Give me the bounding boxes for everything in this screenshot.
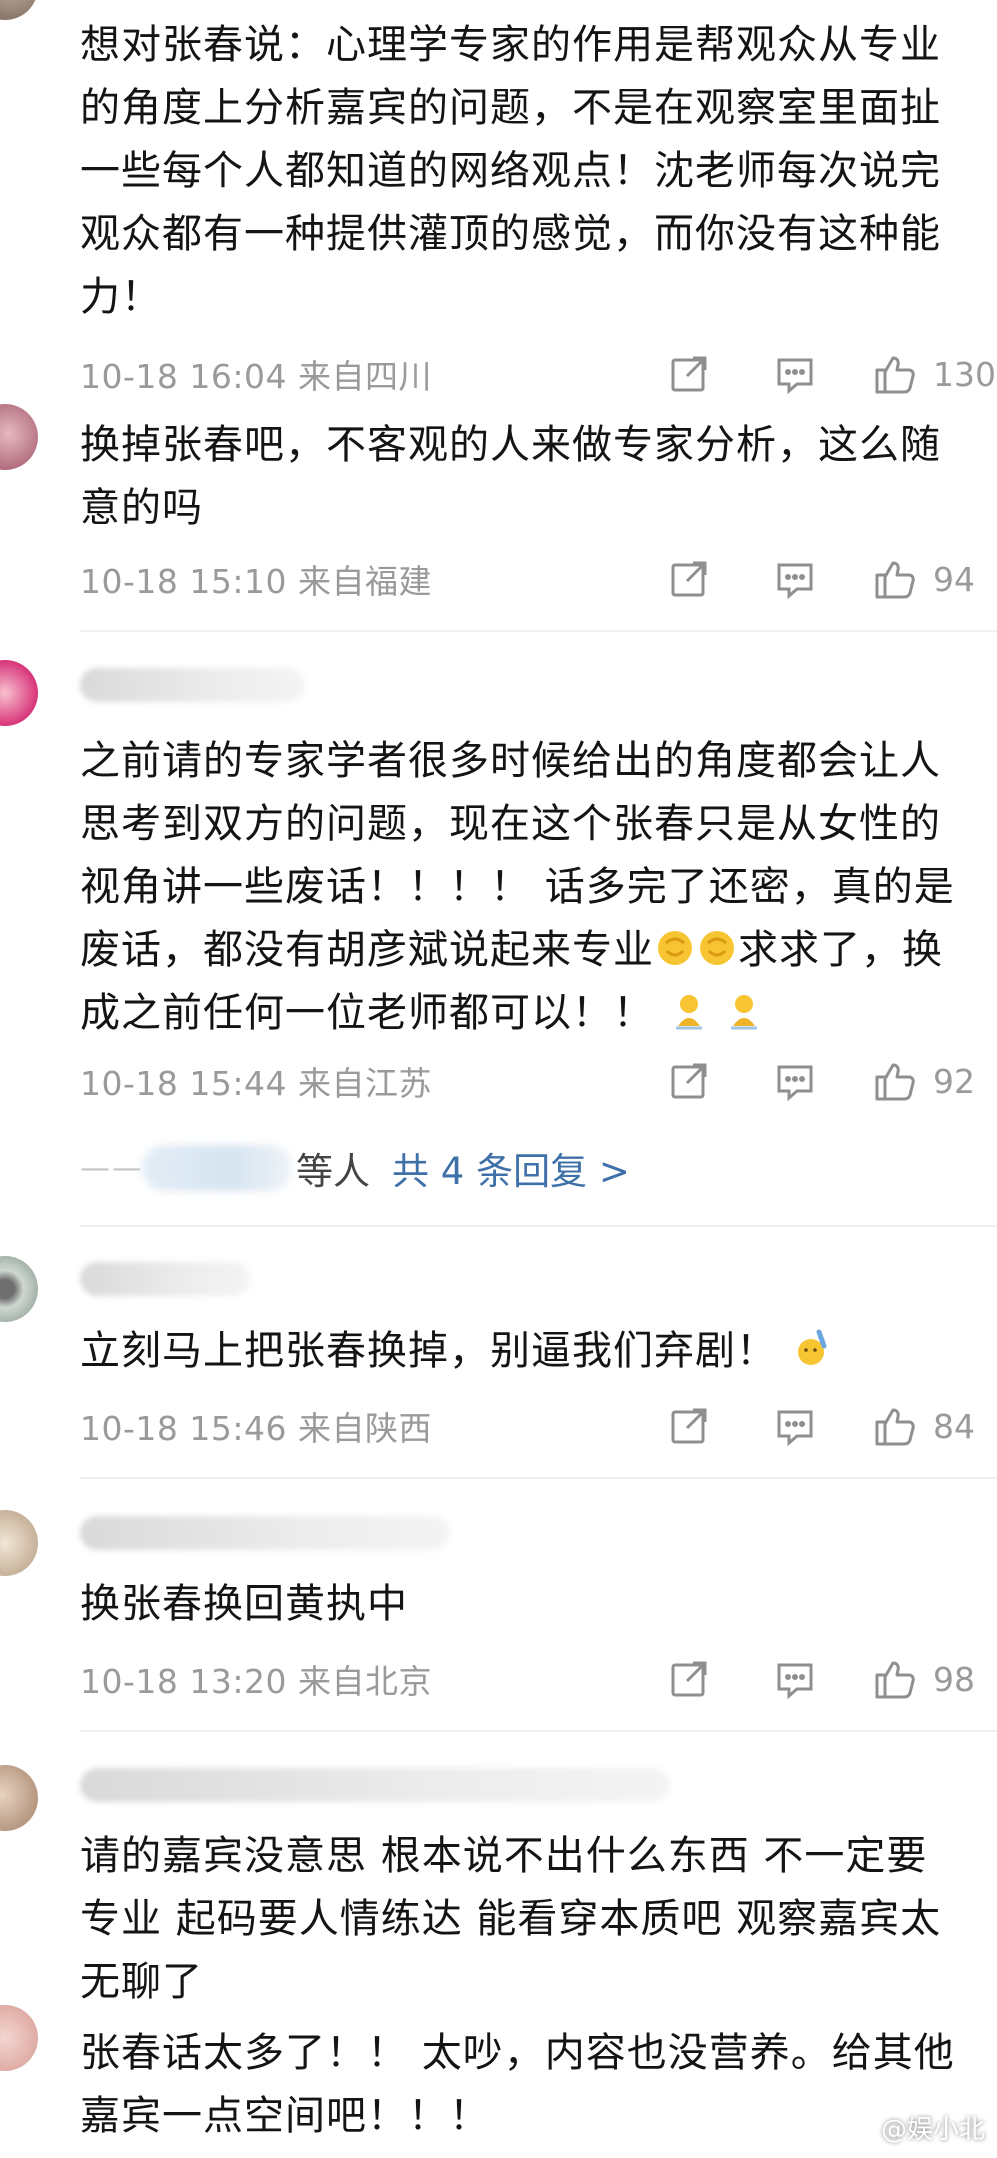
divider <box>80 630 997 632</box>
avatar[interactable] <box>0 1256 38 1322</box>
comment-text: 张春话太多了！！ 太吵，内容也没营养。给其他嘉宾一点空间吧！！！ <box>80 2030 955 2139</box>
comment-text: 想对张春说：心理学专家的作用是帮观众从专业的角度上分析嘉宾的问题，不是在观察室里… <box>80 22 941 320</box>
comment-text-part: 立刻马上把张春换掉，别逼我们弃剧！ <box>80 1328 777 1374</box>
replies-dash: —— <box>80 1150 144 1186</box>
share-icon[interactable] <box>665 1057 713 1105</box>
like-count: 94 <box>933 559 975 599</box>
comment-icon[interactable] <box>771 350 819 398</box>
share-icon[interactable] <box>665 1655 713 1703</box>
thumbs-up-icon <box>871 555 919 603</box>
thumbs-up-icon <box>871 1402 919 1450</box>
watermark-text: @娱小北 <box>880 2115 985 2145</box>
emoji-fist-icon <box>696 927 738 969</box>
like-button[interactable]: 94 <box>871 555 997 603</box>
watermark: @娱小北 <box>881 2109 985 2146</box>
comment-actions: 92 <box>665 1057 997 1105</box>
share-icon[interactable] <box>665 1402 713 1450</box>
divider <box>80 1477 997 1479</box>
username[interactable] <box>80 668 305 702</box>
like-button[interactable]: 84 <box>871 1402 997 1450</box>
emoji-wave-icon <box>791 1328 833 1370</box>
like-count: 98 <box>933 1659 975 1699</box>
comment-icon[interactable] <box>771 1057 819 1105</box>
comment-meta: 10-18 15:46 来自陕西 84 <box>80 1402 997 1450</box>
comment-feed: 想对张春说：心理学专家的作用是帮观众从专业的角度上分析嘉宾的问题，不是在观察室里… <box>0 0 997 2158</box>
thumbs-up-icon <box>871 1057 919 1105</box>
comment-actions: 94 <box>665 555 997 603</box>
comment-text: 立刻马上把张春换掉，别逼我们弃剧！ <box>80 1320 960 1383</box>
comment-date: 10-18 16:04 来自四川 <box>80 357 432 396</box>
comment-text: 之前请的专家学者很多时候给出的角度都会让人思考到双方的问题，现在这个张春只是从女… <box>80 730 960 1045</box>
comment-text: 换张春换回黄执中 <box>80 1581 408 1627</box>
comment-date: 10-18 15:46 来自陕西 <box>80 1409 432 1448</box>
comment-meta: 10-18 15:10 来自福建 94 <box>80 555 997 603</box>
avatar[interactable] <box>0 2005 38 2071</box>
comment-meta: 10-18 15:44 来自江苏 92 <box>80 1057 997 1105</box>
reply-suffix: 等人 <box>296 1150 370 1193</box>
divider <box>80 1730 997 1732</box>
avatar[interactable] <box>0 404 38 470</box>
view-replies-link[interactable]: 共 4 条回复 > <box>392 1141 630 1195</box>
comment-actions: 130 <box>665 350 997 398</box>
divider <box>80 1225 997 1227</box>
like-count: 92 <box>933 1061 975 1101</box>
reply-username <box>142 1145 292 1191</box>
comment-date: 10-18 15:10 来自福建 <box>80 562 432 601</box>
comment-icon[interactable] <box>771 555 819 603</box>
emoji-kneel-icon <box>723 990 765 1032</box>
avatar[interactable] <box>0 1510 38 1576</box>
comment-icon[interactable] <box>771 1402 819 1450</box>
username[interactable] <box>80 1262 250 1296</box>
username[interactable] <box>80 1768 670 1802</box>
comment-text: 请的嘉宾没意思 根本说不出什么东西 不一定要专业 起码要人情练达 能看穿本质吧 … <box>80 1833 942 2005</box>
username[interactable] <box>80 1516 450 1550</box>
like-button[interactable]: 92 <box>871 1057 997 1105</box>
comment-actions: 98 <box>665 1655 997 1703</box>
like-count: 130 <box>933 354 996 394</box>
comment-actions: 84 <box>665 1402 997 1450</box>
like-button[interactable]: 130 <box>871 350 997 398</box>
like-button[interactable]: 98 <box>871 1655 997 1703</box>
comment-date: 10-18 15:44 来自江苏 <box>80 1064 432 1103</box>
replies-row[interactable]: —— 等人 共 4 条回复 > <box>80 1138 630 1198</box>
thumbs-up-icon <box>871 1655 919 1703</box>
emoji-fist-icon <box>654 927 696 969</box>
comment-text: 换掉张春吧，不客观的人来做专家分析，这么随意的吗 <box>80 422 941 531</box>
like-count: 84 <box>933 1406 975 1446</box>
avatar[interactable] <box>0 1765 38 1831</box>
comment-meta: 10-18 16:04 来自四川 130 <box>80 350 997 398</box>
comment-date: 10-18 13:20 来自北京 <box>80 1662 432 1701</box>
avatar[interactable] <box>0 660 38 726</box>
emoji-kneel-icon <box>668 990 710 1032</box>
share-icon[interactable] <box>665 555 713 603</box>
avatar[interactable] <box>0 0 38 20</box>
share-icon[interactable] <box>665 350 713 398</box>
comment-meta: 10-18 13:20 来自北京 98 <box>80 1655 997 1703</box>
comment-icon[interactable] <box>771 1655 819 1703</box>
thumbs-up-icon <box>871 350 919 398</box>
